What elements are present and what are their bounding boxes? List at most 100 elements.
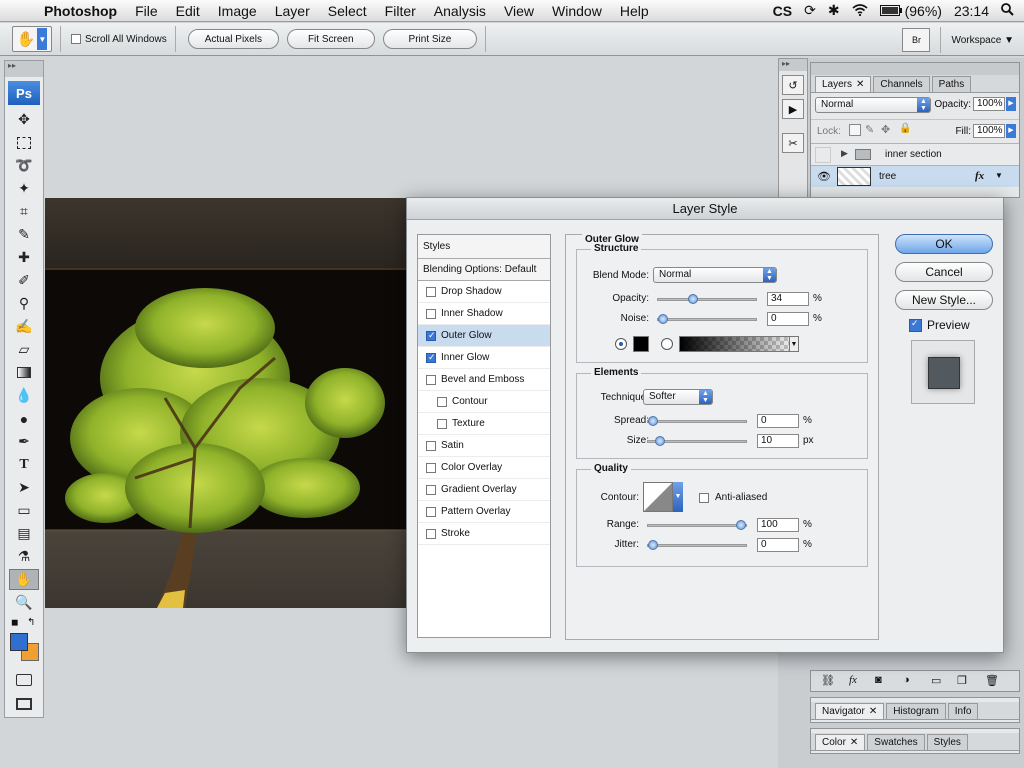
preview-checkbox-box[interactable] xyxy=(909,318,922,332)
slider-knob[interactable] xyxy=(658,314,668,324)
tool-preset-picker[interactable]: ✋ ▼ xyxy=(12,26,52,52)
bluetooth-icon[interactable]: ✱ xyxy=(828,2,840,19)
range-input[interactable]: 100 xyxy=(757,518,799,532)
jitter-slider[interactable] xyxy=(647,540,747,550)
history-brush-icon[interactable]: ✍ xyxy=(9,316,39,337)
layer-blend-mode-select[interactable]: Normal ▲ ▼ xyxy=(815,97,931,113)
notes-tool-icon[interactable]: ▤ xyxy=(9,523,39,544)
expand-triangle-icon[interactable]: ▶ xyxy=(841,148,848,159)
solid-color-radio[interactable] xyxy=(615,338,627,350)
range-slider[interactable] xyxy=(647,520,747,530)
eraser-tool-icon[interactable]: ▱ xyxy=(9,339,39,360)
default-colors-icon[interactable]: ◼ xyxy=(11,617,18,628)
actions-panel-icon[interactable]: ▶ xyxy=(782,99,804,119)
healing-brush-icon[interactable]: ✚ xyxy=(9,247,39,268)
checkbox-box[interactable] xyxy=(71,34,81,44)
menu-view[interactable]: View xyxy=(495,3,543,19)
type-tool-icon[interactable]: T xyxy=(9,454,39,475)
spread-slider[interactable] xyxy=(647,416,747,426)
bridge-button[interactable]: Br xyxy=(902,28,931,52)
spread-input[interactable]: 0 xyxy=(757,414,799,428)
style-item-inner-shadow[interactable]: Inner Shadow xyxy=(418,303,550,325)
add-mask-icon[interactable]: ◙ xyxy=(875,674,882,686)
actual-pixels-button[interactable]: Actual Pixels xyxy=(187,29,279,49)
tab-histogram[interactable]: Histogram xyxy=(886,703,946,719)
slider-knob[interactable] xyxy=(648,540,658,550)
style-item-satin[interactable]: Satin xyxy=(418,435,550,457)
blending-options-item[interactable]: Blending Options: Default xyxy=(418,259,550,281)
document-canvas[interactable] xyxy=(45,198,407,608)
workspace-menu[interactable]: Workspace ▼ xyxy=(951,35,1014,46)
lock-position-icon[interactable]: ✥ xyxy=(881,123,890,136)
hand-tool-icon[interactable]: ✋ xyxy=(9,569,39,590)
trash-icon[interactable]: 🗑 xyxy=(985,674,999,687)
blur-tool-icon[interactable]: 💧 xyxy=(9,385,39,406)
wifi-icon[interactable] xyxy=(852,3,868,19)
lock-pixels-icon[interactable]: ✎ xyxy=(865,123,874,136)
dock-grip[interactable]: ▸▸ xyxy=(779,59,807,71)
lock-transparency-icon[interactable] xyxy=(849,124,861,136)
pen-tool-icon[interactable]: ✒ xyxy=(9,431,39,452)
shape-tool-icon[interactable]: ▭ xyxy=(9,500,39,521)
gradient-tool-icon[interactable] xyxy=(9,362,39,383)
noise-slider[interactable] xyxy=(657,314,757,324)
style-item-drop-shadow[interactable]: Drop Shadow xyxy=(418,281,550,303)
battery-icon[interactable]: (96%) xyxy=(879,3,942,19)
gradient-picker[interactable] xyxy=(679,336,799,352)
clock[interactable]: 23:14 xyxy=(954,3,989,19)
style-item-outer-glow[interactable]: Outer Glow xyxy=(418,325,550,347)
slider-knob[interactable] xyxy=(648,416,658,426)
tab-paths[interactable]: Paths xyxy=(931,76,972,92)
opacity-input[interactable]: 34 xyxy=(767,292,809,306)
move-tool-icon[interactable]: ✥ xyxy=(9,109,39,130)
cs-status-icon[interactable]: CS xyxy=(773,3,792,19)
contour-picker[interactable] xyxy=(643,482,673,512)
close-icon[interactable]: ✕ xyxy=(856,79,864,90)
cancel-button[interactable]: Cancel xyxy=(895,262,993,282)
tab-navigator[interactable]: Navigator ✕ xyxy=(815,703,885,719)
menu-file[interactable]: File xyxy=(126,3,167,19)
photoshop-logo[interactable]: Ps xyxy=(8,81,40,105)
layer-row[interactable]: 👁 tree fx ▼ xyxy=(811,165,1019,187)
tab-swatches[interactable]: Swatches xyxy=(867,734,925,750)
layers-panel-grip[interactable] xyxy=(811,63,1019,75)
fill-input[interactable]: 100% xyxy=(973,124,1005,138)
slider-knob[interactable] xyxy=(687,294,698,304)
style-item-pattern-overlay[interactable]: Pattern Overlay xyxy=(418,501,550,523)
contour-checkbox[interactable] xyxy=(437,396,447,407)
adjustment-layer-icon[interactable]: ◑ xyxy=(903,674,910,686)
noise-input[interactable]: 0 xyxy=(767,312,809,326)
path-selection-icon[interactable]: ➤ xyxy=(9,477,39,498)
tab-layers[interactable]: Layers ✕ xyxy=(815,76,872,92)
tab-channels[interactable]: Channels xyxy=(873,76,930,92)
pattern-overlay-checkbox[interactable] xyxy=(426,506,436,517)
blend-mode-select[interactable]: Normal ▲ ▼ xyxy=(653,267,777,283)
opacity-slider[interactable] xyxy=(657,294,757,304)
bevel-and-emboss-checkbox[interactable] xyxy=(426,374,436,385)
drop-shadow-checkbox[interactable] xyxy=(426,286,436,297)
tool-presets-panel-icon[interactable]: ✂ xyxy=(782,133,804,153)
contour-dropdown-icon[interactable]: ▼ xyxy=(673,482,683,512)
style-item-texture[interactable]: Texture xyxy=(418,413,550,435)
tab-color[interactable]: Color ✕ xyxy=(815,734,866,750)
swap-colors-icon[interactable]: ↰ xyxy=(27,617,35,628)
size-slider[interactable] xyxy=(647,436,747,446)
outer-glow-checkbox[interactable] xyxy=(426,330,436,341)
tab-styles[interactable]: Styles xyxy=(926,734,968,750)
slider-knob[interactable] xyxy=(736,520,746,530)
marquee-tool-icon[interactable] xyxy=(9,132,39,153)
stroke-checkbox[interactable] xyxy=(426,528,436,539)
satin-checkbox[interactable] xyxy=(426,440,436,451)
history-panel-icon[interactable]: ↺ xyxy=(782,75,804,95)
dodge-tool-icon[interactable]: ● xyxy=(9,408,39,429)
inner-glow-checkbox[interactable] xyxy=(426,352,436,363)
ok-button[interactable]: OK xyxy=(895,234,993,254)
tab-info[interactable]: Info xyxy=(947,703,979,719)
layer-opacity-arrow[interactable]: ▶ xyxy=(1006,97,1016,111)
layer-name[interactable]: inner section xyxy=(885,149,942,160)
color-overlay-checkbox[interactable] xyxy=(426,462,436,473)
link-layers-icon[interactable]: ⛓ xyxy=(821,674,835,687)
menu-image[interactable]: Image xyxy=(209,3,266,19)
technique-select[interactable]: Softer ▲ ▼ xyxy=(643,389,713,405)
lasso-tool-icon[interactable]: ➰ xyxy=(9,155,39,176)
